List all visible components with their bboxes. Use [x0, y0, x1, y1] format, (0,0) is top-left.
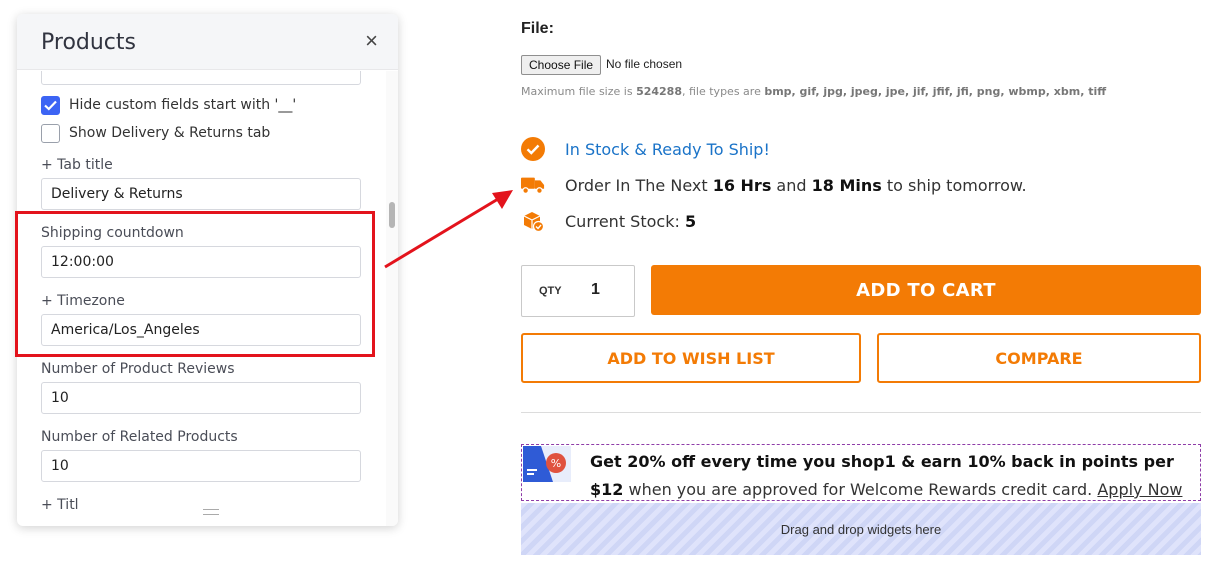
tab-title-input[interactable]: Delivery & Returns: [41, 178, 361, 210]
hide-custom-fields-checkbox[interactable]: [41, 95, 60, 115]
highlight-box: [15, 211, 375, 357]
choose-file-button[interactable]: Choose File: [521, 55, 602, 75]
annotation-arrow: [384, 190, 513, 269]
close-icon[interactable]: ×: [365, 30, 378, 52]
in-stock-text: In Stock & Ready To Ship!: [565, 139, 770, 159]
box-icon: [521, 209, 545, 233]
apply-now-link[interactable]: Apply Now: [1097, 480, 1182, 499]
show-delivery-label: Show Delivery & Returns tab: [69, 125, 271, 141]
file-label: File:: [521, 20, 554, 37]
current-stock-text: Current Stock: 5: [565, 211, 697, 231]
partial-top-field[interactable]: [41, 71, 361, 85]
product-reviews-input[interactable]: 10: [41, 382, 361, 414]
svg-text:%: %: [551, 457, 561, 470]
in-stock-row: In Stock & Ready To Ship!: [521, 137, 770, 161]
qty-input[interactable]: 1: [591, 281, 600, 299]
tab-title-label[interactable]: + Tab title: [41, 157, 113, 173]
related-products-input[interactable]: 10: [41, 450, 361, 482]
show-delivery-checkbox[interactable]: [41, 123, 60, 143]
quantity-field[interactable]: QTY 1: [521, 265, 635, 317]
current-stock-row: Current Stock: 5: [521, 209, 696, 233]
shipping-countdown-row: Order In The Next 16 Hrs and 18 Mins to …: [521, 173, 1027, 197]
add-to-cart-button[interactable]: ADD TO CART: [651, 265, 1201, 315]
partial-title-label[interactable]: + Titl: [41, 497, 79, 513]
check-icon: [44, 100, 57, 111]
divider: [521, 412, 1201, 413]
panel-title: Products: [41, 30, 136, 55]
related-products-label: Number of Related Products: [41, 429, 238, 445]
compare-button[interactable]: COMPARE: [877, 333, 1201, 383]
promo-text: Get 20% off every time you shop1 & earn …: [590, 452, 1183, 499]
product-reviews-label: Number of Product Reviews: [41, 361, 235, 377]
credit-card-promo: % Get 20% off every time you shop1 & ear…: [521, 444, 1201, 501]
drag-handle-icon[interactable]: [203, 509, 219, 515]
panel-header: Products ×: [17, 14, 398, 70]
check-circle-icon: [521, 137, 545, 161]
order-countdown-text: Order In The Next 16 Hrs and 18 Mins to …: [565, 175, 1027, 195]
truck-icon: [521, 173, 545, 197]
panel-scrollbar[interactable]: [386, 71, 398, 526]
hide-custom-fields-label: Hide custom fields start with '__': [69, 97, 297, 113]
no-file-text: No file chosen: [606, 57, 683, 71]
add-to-wishlist-button[interactable]: ADD TO WISH LIST: [521, 333, 861, 383]
show-delivery-row[interactable]: Show Delivery & Returns tab: [41, 123, 270, 143]
qty-label: QTY: [539, 285, 562, 297]
dropzone-text: Drag and drop widgets here: [780, 521, 942, 537]
hide-custom-fields-row[interactable]: Hide custom fields start with '__': [41, 95, 296, 115]
credit-card-icon: %: [523, 446, 571, 482]
file-size-note: Maximum file size is 524288, file types …: [521, 85, 1107, 98]
widget-dropzone[interactable]: Drag and drop widgets here: [521, 503, 1201, 555]
